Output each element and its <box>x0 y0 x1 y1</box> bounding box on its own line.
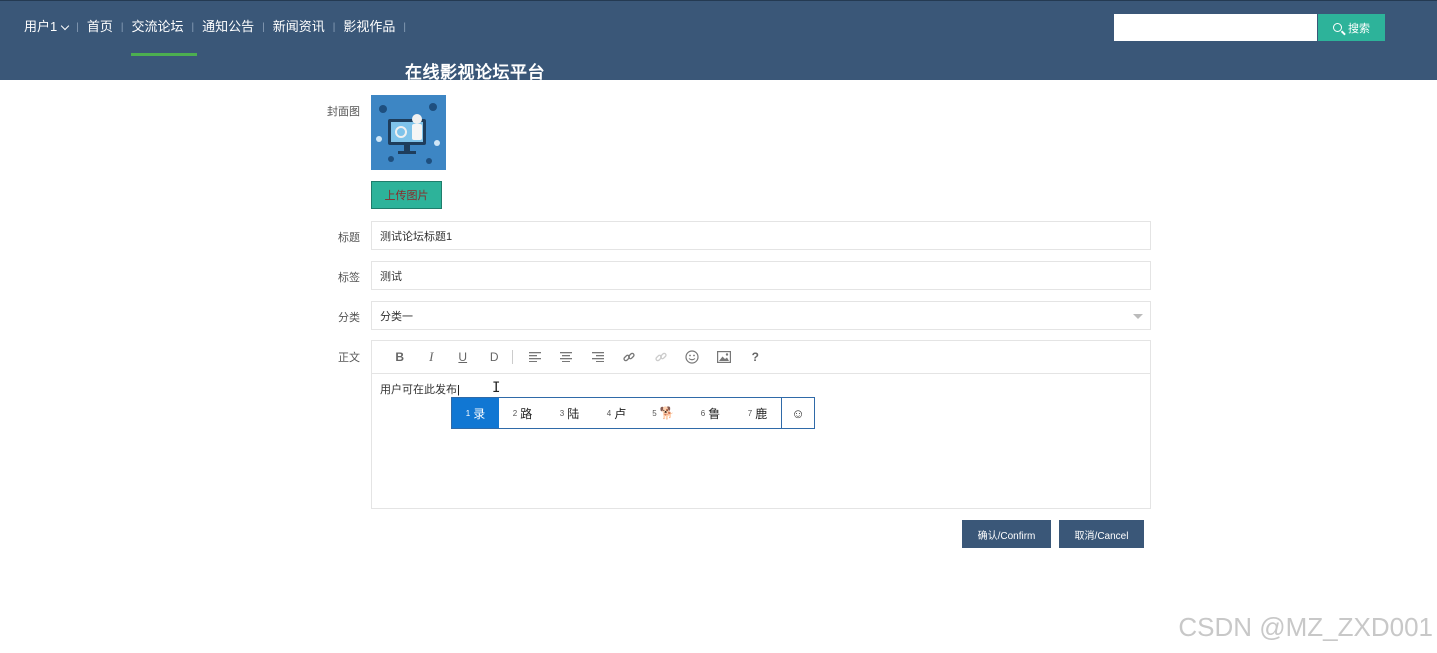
strikethrough-icon: D <box>489 350 499 364</box>
link-button[interactable] <box>614 347 646 367</box>
nav-films[interactable]: 影视作品 <box>343 17 395 37</box>
align-right-icon <box>591 352 604 362</box>
ime-candidate-number: 2 <box>512 408 518 418</box>
ime-candidate-number: 1 <box>465 408 471 418</box>
underline-icon: U <box>458 350 468 364</box>
smiley-icon: ☺ <box>791 405 805 421</box>
ime-candidate-number: 3 <box>559 408 565 418</box>
align-center-button[interactable] <box>551 347 583 367</box>
image-button[interactable] <box>708 347 740 367</box>
category-label: 分类 <box>338 312 360 324</box>
search-button-label: 搜索 <box>1348 22 1370 35</box>
title-input[interactable]: 测试论坛标题1 <box>371 221 1151 250</box>
ime-candidate-char: 陆 <box>567 406 580 421</box>
unlink-icon <box>655 352 667 362</box>
category-select[interactable]: 分类一 <box>371 301 1151 330</box>
upload-image-button[interactable]: 上传图片 <box>371 181 442 209</box>
nav-separator: | <box>76 21 79 33</box>
confirm-button[interactable]: 确认/Confirm <box>962 520 1051 548</box>
link-icon <box>623 352 635 362</box>
ime-candidate-number: 7 <box>747 408 753 418</box>
top-header: 用户1 | 首页 | 交流论坛 | 通知公告 | 新闻资讯 | 影视作品 | 在… <box>0 0 1437 82</box>
cancel-button[interactable]: 取消/Cancel <box>1059 520 1144 548</box>
cover-image <box>371 95 446 170</box>
ime-candidate-number: 6 <box>700 408 706 418</box>
ime-emoji-button[interactable]: ☺ <box>781 398 814 428</box>
editor-content[interactable]: 用户可在此发布| <box>380 381 460 397</box>
ime-candidate-char: 鹿 <box>755 406 768 421</box>
chevron-down-icon <box>60 21 70 30</box>
ime-candidate-number: 5 <box>652 408 657 418</box>
ime-candidate-char: 路 <box>520 406 533 421</box>
nav-separator: | <box>332 21 336 33</box>
nav-notices[interactable]: 通知公告 <box>202 17 254 37</box>
user-menu[interactable]: 用户1 <box>24 17 70 37</box>
align-left-button[interactable] <box>519 347 551 367</box>
text-caret: | <box>457 384 460 396</box>
nav-forum[interactable]: 交流论坛 <box>131 17 183 37</box>
strikethrough-button[interactable]: D <box>479 347 511 367</box>
image-icon <box>716 351 731 363</box>
align-right-button[interactable] <box>582 347 614 367</box>
help-button[interactable]: ? <box>740 347 772 367</box>
italic-icon: I <box>429 349 434 364</box>
header-top-border <box>0 0 1437 1</box>
emoji-icon <box>685 350 699 364</box>
ime-candidate[interactable]: 3陆 <box>546 398 593 428</box>
nav-separator: | <box>403 21 406 33</box>
dog-emoji-icon: 🐕 <box>659 406 675 420</box>
italic-button[interactable]: I <box>416 347 448 367</box>
search-button[interactable]: 搜索 <box>1318 14 1385 41</box>
ime-candidate[interactable]: 7鹿 <box>734 398 781 428</box>
main-nav: 用户1 | 首页 | 交流论坛 | 通知公告 | 新闻资讯 | 影视作品 | <box>24 17 414 37</box>
nav-separator: | <box>262 21 265 33</box>
align-center-icon <box>560 352 573 362</box>
underline-button[interactable]: U <box>447 347 479 367</box>
unlink-button[interactable] <box>645 347 677 367</box>
search-icon <box>1333 23 1342 32</box>
nav-active-indicator <box>131 53 197 56</box>
ime-candidate-number: 4 <box>606 408 612 418</box>
ime-candidate-char: 录 <box>473 406 486 421</box>
tags-input-value: 测试 <box>380 270 402 283</box>
dropdown-arrow-icon <box>1133 314 1143 319</box>
tags-label: 标签 <box>338 272 360 284</box>
title-input-value: 测试论坛标题1 <box>380 230 453 243</box>
site-title: 在线影视论坛平台 <box>405 63 545 82</box>
cover-illustration <box>371 95 446 170</box>
ime-candidate[interactable]: 5 🐕 <box>640 398 687 428</box>
tags-input[interactable]: 测试 <box>371 261 1151 290</box>
search-input[interactable] <box>1114 14 1317 41</box>
ime-candidate-bar: 1录 2路 3陆 4卢 5 🐕 6鲁 7鹿 ☺ <box>451 397 815 429</box>
bold-icon: B <box>395 350 405 364</box>
body-label: 正文 <box>338 352 360 364</box>
nav-news[interactable]: 新闻资讯 <box>273 17 325 37</box>
category-select-value: 分类一 <box>380 310 413 323</box>
text-cursor-icon: I <box>492 380 501 396</box>
user-menu-label: 用户1 <box>24 19 58 34</box>
ime-candidate[interactable]: 1录 <box>452 398 499 428</box>
nav-separator: | <box>120 21 124 33</box>
editor-content-text: 用户可在此发布 <box>380 384 457 396</box>
ime-candidate[interactable]: 6鲁 <box>687 398 734 428</box>
bold-button[interactable]: B <box>384 347 416 367</box>
ime-candidate-char: 卢 <box>614 406 627 421</box>
title-label: 标题 <box>338 232 360 244</box>
nav-home[interactable]: 首页 <box>87 17 113 37</box>
nav-separator: | <box>191 21 195 33</box>
align-left-icon <box>528 352 541 362</box>
emoji-button[interactable] <box>677 347 709 367</box>
editor-toolbar: B I U D ? <box>372 341 1150 374</box>
watermark: CSDN @MZ_ZXD001 <box>1178 612 1433 642</box>
help-icon: ? <box>751 350 759 364</box>
ime-candidate-char: 鲁 <box>708 406 721 421</box>
toolbar-separator <box>512 350 513 364</box>
ime-candidate[interactable]: 2路 <box>499 398 546 428</box>
ime-candidate[interactable]: 4卢 <box>593 398 640 428</box>
cover-label: 封面图 <box>327 106 360 118</box>
